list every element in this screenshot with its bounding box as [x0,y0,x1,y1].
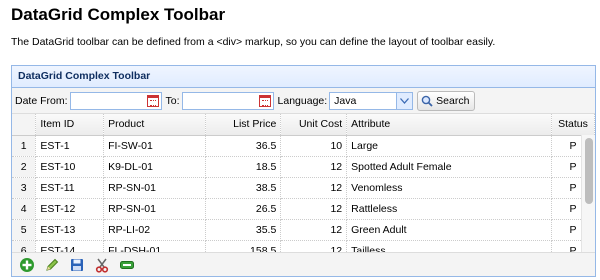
table-row[interactable]: 5 EST-13 RP-LI-02 35.5 12 Green Adult P [12,219,595,241]
row-number: 6 [12,240,37,252]
cell-list-price: 35.5 [205,219,282,241]
cell-product: FL-DSH-01 [103,240,206,252]
calendar-icon[interactable] [258,94,271,107]
data-table: Item ID Product List Price Unit Cost Att… [12,114,595,252]
date-from-label: Date From: [15,94,68,107]
cell-unit-cost: 12 [280,177,348,199]
cell-attribute: Green Adult [346,219,552,241]
cell-attribute: Spotted Adult Female [346,156,552,178]
cell-product: RP-SN-01 [103,177,206,199]
cell-unit-cost: 12 [280,198,348,220]
save-icon[interactable] [66,256,88,274]
column-header-product[interactable]: Product [103,114,206,136]
date-to-field[interactable] [181,91,274,110]
table-row[interactable]: 1 EST-1 FI-SW-01 36.5 10 Large P [12,135,595,157]
row-number-header [12,114,37,136]
cell-attribute: Large [346,135,552,157]
page-description: The DataGrid toolbar can be defined from… [11,36,496,48]
column-header-attribute[interactable]: Attribute [346,114,552,136]
table-row[interactable]: 6 EST-14 FL-DSH-01 158.5 12 Tailless P [12,240,595,252]
cell-unit-cost: 12 [280,156,348,178]
column-header-list-price[interactable]: List Price [205,114,282,136]
calendar-icon[interactable] [146,94,159,107]
cell-list-price: 38.5 [205,177,282,199]
cell-attribute: Rattleless [346,198,552,220]
cell-list-price: 26.5 [205,198,282,220]
table-row[interactable]: 3 EST-11 RP-SN-01 38.5 12 Venomless P [12,177,595,199]
search-icon [421,95,433,107]
vertical-scrollbar[interactable] [581,135,595,252]
table-row[interactable]: 2 EST-10 K9-DL-01 18.5 12 Spotted Adult … [12,156,595,178]
search-toolbar: Date From: To: Language: Java Search [12,88,595,114]
cell-attribute: Venomless [346,177,552,199]
add-icon[interactable] [16,256,38,274]
cell-item-id: EST-12 [35,198,105,220]
column-header-status[interactable]: Status [551,114,595,136]
datagrid-panel: DataGrid Complex Toolbar Date From: To: … [11,65,596,277]
cell-product: K9-DL-01 [103,156,206,178]
date-to-label: To: [165,94,180,107]
page-title: DataGrid Complex Toolbar [11,5,226,24]
cell-item-id: EST-1 [35,135,105,157]
edit-icon[interactable] [41,256,63,274]
cell-list-price: 36.5 [205,135,282,157]
language-label: Language: [277,94,328,107]
panel-title: DataGrid Complex Toolbar [12,66,595,88]
cell-list-price: 18.5 [205,156,282,178]
cell-unit-cost: 12 [280,240,348,252]
row-number: 1 [12,135,37,157]
cell-list-price: 158.5 [205,240,282,252]
chevron-down-icon[interactable] [396,92,413,109]
date-to-input[interactable] [182,92,257,109]
cell-item-id: EST-11 [35,177,105,199]
cell-attribute: Tailless [346,240,552,252]
language-value: Java [334,94,357,107]
cell-product: RP-LI-02 [103,219,206,241]
date-from-field[interactable] [69,91,162,110]
column-header-unit-cost[interactable]: Unit Cost [280,114,348,136]
column-header-item-id[interactable]: Item ID [35,114,105,136]
cell-item-id: EST-13 [35,219,105,241]
row-number: 2 [12,156,37,178]
table-row[interactable]: 4 EST-12 RP-SN-01 26.5 12 Rattleless P [12,198,595,220]
search-button[interactable]: Search [417,90,476,111]
cell-item-id: EST-10 [35,156,105,178]
language-select[interactable]: Java [329,91,414,110]
row-number: 3 [12,177,37,199]
cell-product: FI-SW-01 [103,135,206,157]
cell-unit-cost: 12 [280,219,348,241]
row-number: 5 [12,219,37,241]
search-button-label: Search [436,94,470,107]
cell-product: RP-SN-01 [103,198,206,220]
remove-icon[interactable] [116,256,138,274]
header-row: Item ID Product List Price Unit Cost Att… [12,114,595,136]
row-number: 4 [12,198,37,220]
datagrid: Item ID Product List Price Unit Cost Att… [12,114,595,252]
cell-item-id: EST-14 [35,240,105,252]
cut-icon[interactable] [91,256,113,274]
cell-unit-cost: 10 [280,135,348,157]
date-from-input[interactable] [70,92,145,109]
action-toolbar [12,252,595,276]
scrollbar-thumb[interactable] [585,138,593,204]
